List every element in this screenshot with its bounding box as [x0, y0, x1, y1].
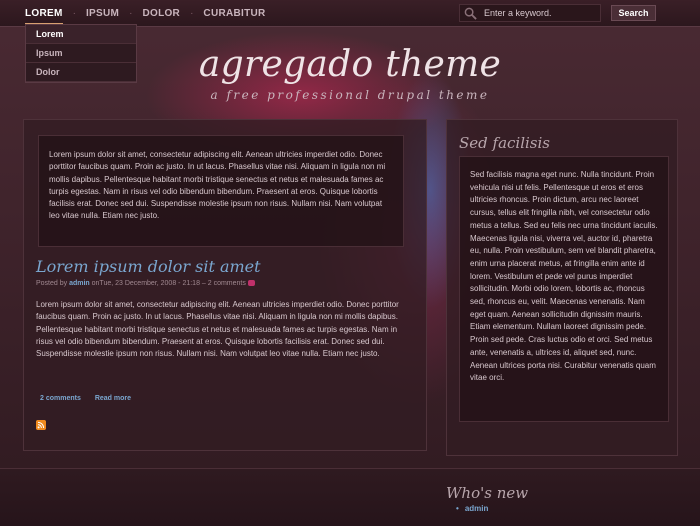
search-icon — [464, 7, 477, 20]
whos-new-user-link[interactable]: admin — [456, 504, 489, 513]
nav-item-curabitur[interactable]: CURABITUR — [193, 8, 275, 19]
post-meta-date: onTue, 23 December, 2008 - 21:18 – 2 com… — [89, 280, 246, 287]
site-title[interactable]: agregado theme — [0, 44, 700, 85]
post-meta: Posted by admin onTue, 23 December, 2008… — [36, 280, 255, 287]
site-slogan: a free professional drupal theme — [210, 88, 490, 102]
nav-item-ipsum[interactable]: IPSUM — [76, 8, 129, 19]
post-meta-prefix: Posted by — [36, 280, 70, 287]
whos-new-title: Who's new — [446, 484, 529, 502]
footer-band — [0, 468, 700, 526]
comment-icon — [247, 280, 255, 287]
search-input[interactable] — [459, 4, 601, 22]
comments-link[interactable]: 2 comments — [40, 395, 81, 402]
post-title[interactable]: Lorem ipsum dolor sit amet — [36, 257, 261, 276]
sidebar-text: Sed facilisis magna eget nunc. Nulla tin… — [470, 170, 658, 383]
sidebar-title: Sed facilisis — [459, 134, 551, 152]
whos-new-list: admin — [456, 504, 489, 513]
nav-item-lorem[interactable]: LOREM — [25, 8, 73, 25]
sidebar-block: Sed facilisis magna eget nunc. Nulla tin… — [459, 156, 669, 422]
search-button[interactable]: Search — [611, 5, 656, 21]
main-content: Lorem ipsum dolor sit amet, consectetur … — [23, 119, 427, 451]
read-more-link[interactable]: Read more — [95, 395, 131, 402]
dropdown-item-lorem[interactable]: Lorem — [26, 25, 136, 44]
nav-item-dolor[interactable]: DOLOR — [132, 8, 190, 19]
intro-text: Lorem ipsum dolor sit amet, consectetur … — [49, 150, 386, 221]
rss-icon[interactable] — [36, 420, 46, 430]
primary-nav: LOREM · IPSUM · DOLOR · CURABITUR — [25, 8, 276, 25]
post-links: 2 comments Read more — [40, 395, 143, 402]
top-bar: LOREM · IPSUM · DOLOR · CURABITUR Search — [0, 0, 700, 27]
post-author-link[interactable]: admin — [69, 280, 90, 287]
sidebar: Sed facilisis Sed facilisis magna eget n… — [446, 119, 678, 456]
intro-block: Lorem ipsum dolor sit amet, consectetur … — [38, 135, 404, 247]
post-body: Lorem ipsum dolor sit amet, consectetur … — [36, 300, 399, 359]
